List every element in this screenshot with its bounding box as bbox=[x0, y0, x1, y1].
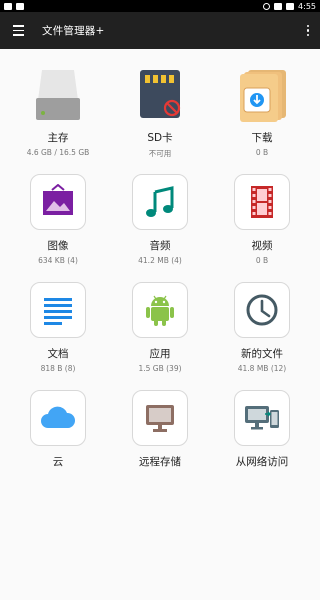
battery-icon bbox=[286, 2, 295, 10]
tile-main-storage[interactable]: 主存 4.6 GB / 16.5 GB bbox=[7, 66, 109, 174]
tile-audio[interactable]: 音频 41.2 MB (4) bbox=[109, 174, 211, 282]
status-bar: 4:55 bbox=[0, 0, 320, 12]
tile-sub: 0 B bbox=[255, 148, 269, 157]
tile-images[interactable]: 图像 634 KB (4) bbox=[7, 174, 109, 282]
tile-label: 远程存储 bbox=[139, 456, 181, 468]
tile-label: 应用 bbox=[149, 348, 171, 360]
tile-remote-storage[interactable]: 远程存储 bbox=[109, 390, 211, 498]
tile-label: 云 bbox=[52, 456, 64, 468]
tile-apps[interactable]: 应用 1.5 GB (39) bbox=[109, 282, 211, 390]
tile-sub: 41.8 MB (12) bbox=[237, 364, 287, 373]
document-icon bbox=[30, 282, 86, 338]
film-icon bbox=[234, 174, 290, 230]
tile-label: 下载 bbox=[251, 132, 273, 144]
tile-label: 从网络访问 bbox=[235, 456, 289, 468]
notification-icon bbox=[4, 2, 12, 10]
tile-download[interactable]: 下载 0 B bbox=[211, 66, 313, 174]
image-icon bbox=[30, 174, 86, 230]
tile-cloud[interactable]: 云 bbox=[7, 390, 109, 498]
tile-label: 文档 bbox=[47, 348, 69, 360]
tile-sd-card[interactable]: SD卡 不可用 bbox=[109, 66, 211, 174]
tile-label: 视频 bbox=[251, 240, 273, 252]
download-folder-icon bbox=[234, 66, 290, 122]
tile-sub: 41.2 MB (4) bbox=[138, 256, 182, 265]
storage-grid: 主存 4.6 GB / 16.5 GB SD卡 不可用 下载 0 B 图像 63… bbox=[7, 66, 313, 498]
do-not-disturb-icon bbox=[263, 2, 271, 10]
tile-label: SD卡 bbox=[147, 132, 173, 144]
tile-documents[interactable]: 文档 818 B (8) bbox=[7, 282, 109, 390]
app-title: 文件管理器+ bbox=[42, 25, 105, 37]
app-bar: 文件管理器+ bbox=[0, 12, 320, 49]
sd-card-icon bbox=[132, 66, 188, 122]
tile-label: 图像 bbox=[47, 240, 69, 252]
tile-sub: 1.5 GB (39) bbox=[138, 364, 182, 373]
notification-icon bbox=[16, 2, 24, 10]
tile-sub: 不可用 bbox=[148, 149, 172, 158]
wifi-icon bbox=[274, 2, 283, 10]
tile-label: 主存 bbox=[47, 132, 69, 144]
tile-sub: 634 KB (4) bbox=[38, 256, 78, 265]
cloud-icon bbox=[30, 390, 86, 446]
tile-label: 音频 bbox=[149, 240, 171, 252]
tile-sub: 0 B bbox=[255, 256, 269, 265]
tile-network-access[interactable]: 从网络访问 bbox=[211, 390, 313, 498]
clock-icon bbox=[234, 282, 290, 338]
drive-icon bbox=[30, 66, 86, 122]
overflow-menu-button[interactable] bbox=[296, 12, 320, 49]
network-devices-icon bbox=[234, 390, 290, 446]
status-time: 4:55 bbox=[298, 1, 316, 11]
monitor-icon bbox=[132, 390, 188, 446]
tile-recent-files[interactable]: 新的文件 41.8 MB (12) bbox=[211, 282, 313, 390]
hamburger-icon bbox=[12, 24, 24, 37]
music-note-icon bbox=[132, 174, 188, 230]
android-icon bbox=[132, 282, 188, 338]
tile-sub: 4.6 GB / 16.5 GB bbox=[26, 148, 90, 157]
menu-button[interactable] bbox=[0, 12, 36, 49]
tile-sub: 818 B (8) bbox=[40, 364, 76, 373]
tile-video[interactable]: 视频 0 B bbox=[211, 174, 313, 282]
tile-label: 新的文件 bbox=[241, 348, 283, 360]
